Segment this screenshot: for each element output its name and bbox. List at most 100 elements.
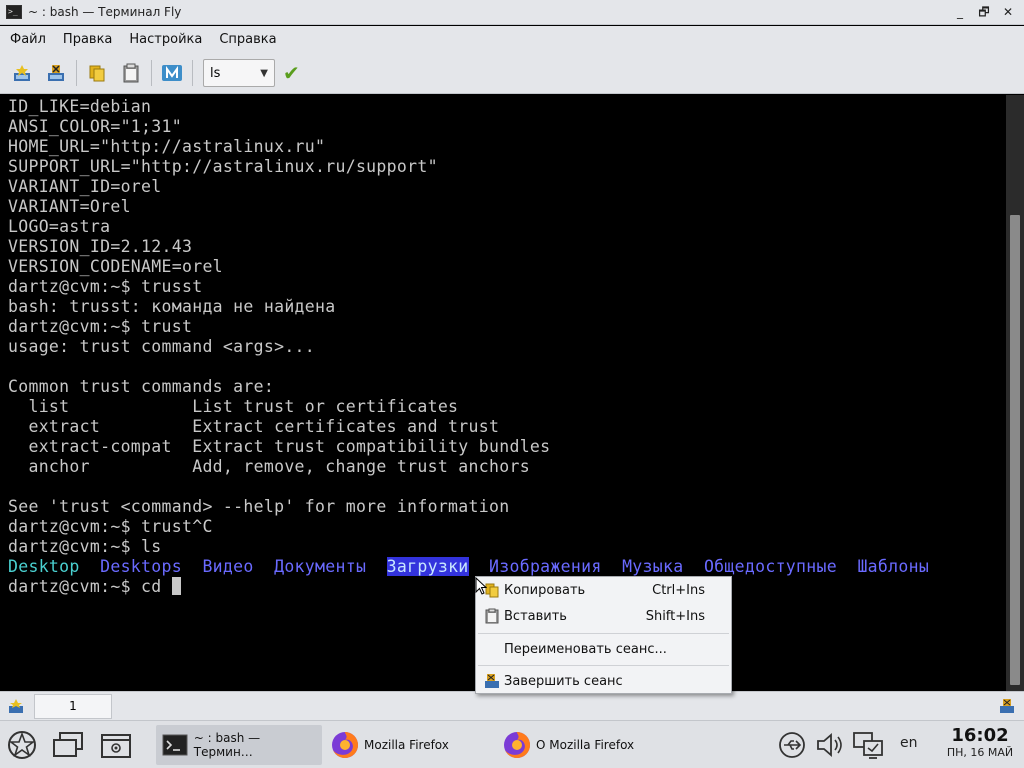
ls-entry: Общедоступные — [703, 557, 837, 576]
clock-time: 16:02 — [951, 725, 1009, 746]
terminal-line: dartz@cvm:~$ ls — [8, 537, 162, 556]
task-about-firefox[interactable]: О Mozilla Firefox — [498, 725, 664, 765]
clock[interactable]: 16:02 ПН, 16 МАЙ — [940, 726, 1020, 760]
ls-entry: Desktops — [100, 557, 182, 576]
menu-item-paste[interactable]: Вставить Shift+Ins — [476, 604, 731, 628]
menu-item-paste-shortcut: Shift+Ins — [645, 608, 705, 624]
task-firefox[interactable]: Mozilla Firefox — [326, 725, 492, 765]
paste-icon — [123, 63, 139, 83]
execute-checkmark-icon[interactable]: ✔ — [283, 61, 300, 85]
close-tab-icon — [1000, 699, 1014, 713]
menu-item-end-session[interactable]: Завершить сеанс — [476, 669, 731, 693]
paste-icon — [485, 608, 499, 624]
close-session-button[interactable] — [42, 59, 70, 87]
new-session-button[interactable] — [8, 59, 36, 87]
task-about-firefox-label: О Mozilla Firefox — [536, 738, 635, 752]
font-icon — [162, 65, 182, 81]
text-cursor — [171, 577, 181, 595]
mouse-pointer-icon — [475, 577, 487, 595]
menu-file[interactable]: Файл — [4, 32, 52, 47]
ls-entry: Документы — [274, 557, 367, 576]
toolbar-separator — [76, 60, 77, 86]
menu-item-copy-shortcut: Ctrl+Ins — [652, 582, 705, 598]
close-session-icon — [48, 65, 64, 81]
terminal-line: ID_LIKE=debian — [8, 97, 152, 116]
tab-session-1[interactable]: 1 — [34, 694, 112, 719]
menu-help[interactable]: Справка — [213, 32, 282, 47]
terminal-line: VERSION_ID=2.12.43 — [8, 237, 193, 256]
scrollbar-thumb[interactable] — [1010, 215, 1020, 685]
menu-item-end-label: Завершить сеанс — [504, 673, 623, 689]
task-terminal[interactable]: ~ : bash — Термин… — [156, 725, 322, 765]
terminal-line: dartz@cvm:~$ trust — [8, 317, 193, 336]
terminal-line: ANSI_COLOR="1;31" — [8, 117, 182, 136]
ls-entry: Видео — [202, 557, 254, 576]
session-tab-bar: 1 — [0, 691, 1024, 720]
terminal-line: anchor Add, remove, change trust anchors — [8, 457, 530, 476]
terminal-line: See 'trust <command> --help' for more in… — [8, 497, 510, 516]
minimize-button[interactable]: _ — [950, 3, 970, 21]
terminal-line: VERSION_CODENAME=orel — [8, 257, 223, 276]
new-tab-button[interactable] — [3, 695, 29, 717]
ls-entry: Загрузки — [386, 557, 469, 576]
terminal-app-icon: >_ — [6, 5, 22, 19]
paste-button[interactable] — [117, 59, 145, 87]
ls-output-line: Desktop Desktops Видео Документы Загрузк… — [8, 557, 929, 577]
prompt-line: dartz@cvm:~$ cd — [8, 577, 929, 597]
menu-item-copy-label: Копировать — [504, 582, 586, 598]
menu-item-copy[interactable]: Копировать Ctrl+Ins — [476, 578, 731, 602]
command-combobox-value: ls — [210, 65, 221, 81]
ls-entry: Изображения — [489, 557, 602, 576]
terminal-icon — [160, 730, 190, 760]
copy-icon — [89, 65, 105, 82]
terminal-scrollbar[interactable] — [1006, 95, 1024, 691]
keyboard-layout-indicator[interactable]: en — [900, 735, 918, 751]
close-tab-button[interactable] — [994, 695, 1020, 717]
close-button[interactable]: ✕ — [998, 3, 1018, 21]
terminal-line: dartz@cvm:~$ trusst — [8, 277, 203, 296]
terminal-line: VARIANT=Orel — [8, 197, 131, 216]
terminal-output: ID_LIKE=debian ANSI_COLOR="1;31" HOME_URL=… — [8, 97, 929, 597]
menu-item-rename-session[interactable]: Переименовать сеанс... — [476, 637, 731, 661]
font-button[interactable] — [158, 59, 186, 87]
terminal-line: LOGO=astra — [8, 217, 111, 236]
copy-button[interactable] — [83, 59, 111, 87]
terminal-line: bash: trusst: команда не найдена — [8, 297, 336, 316]
window-title: ~ : bash — Терминал Fly — [28, 5, 182, 19]
terminal-line: usage: trust command <args>... — [8, 337, 316, 356]
menu-separator — [478, 665, 729, 666]
firefox-icon — [330, 730, 360, 760]
terminal-line: dartz@cvm:~$ trust^C — [8, 517, 213, 536]
new-session-icon — [14, 65, 30, 81]
close-session-icon — [485, 674, 499, 688]
menu-separator — [478, 633, 729, 634]
maximize-button[interactable]: 🗗 — [974, 3, 994, 21]
menu-item-rename-label: Переименовать сеанс... — [504, 641, 667, 657]
menu-bar: Файл Правка Настройка Справка — [0, 26, 1024, 53]
terminal-line: SUPPORT_URL="http://astralinux.ru/suppor… — [8, 157, 438, 176]
show-desktop-icon[interactable] — [100, 729, 132, 761]
terminal-line: Common trust commands are: — [8, 377, 275, 396]
menu-edit[interactable]: Правка — [57, 32, 118, 47]
usb-icon[interactable] — [776, 729, 808, 761]
taskbar: ~ : bash — Термин… Mozilla Firefox О Moz… — [0, 720, 1024, 768]
context-menu: Копировать Ctrl+Ins Вставить Shift+Ins П… — [475, 576, 732, 694]
start-menu-star-icon[interactable] — [6, 729, 38, 761]
desktops-icon[interactable] — [52, 729, 84, 761]
network-icon[interactable] — [852, 729, 884, 761]
command-combobox[interactable]: ls ▼ — [203, 59, 275, 87]
terminal-line: VARIANT_ID=orel — [8, 177, 162, 196]
new-tab-icon — [9, 699, 23, 713]
title-bar: >_ ~ : bash — Терминал Fly _ 🗗 ✕ — [0, 0, 1024, 25]
menu-settings[interactable]: Настройка — [123, 32, 208, 47]
terminal-line: HOME_URL="http://astralinux.ru" — [8, 137, 326, 156]
firefox-icon — [502, 730, 532, 760]
chevron-down-icon: ▼ — [260, 67, 268, 79]
terminal-line: list List trust or certificates — [8, 397, 459, 416]
terminal-line: extract-compat Extract trust compatibili… — [8, 437, 551, 456]
toolbar-separator — [192, 60, 193, 86]
task-firefox-label: Mozilla Firefox — [364, 738, 449, 752]
volume-icon[interactable] — [814, 729, 846, 761]
